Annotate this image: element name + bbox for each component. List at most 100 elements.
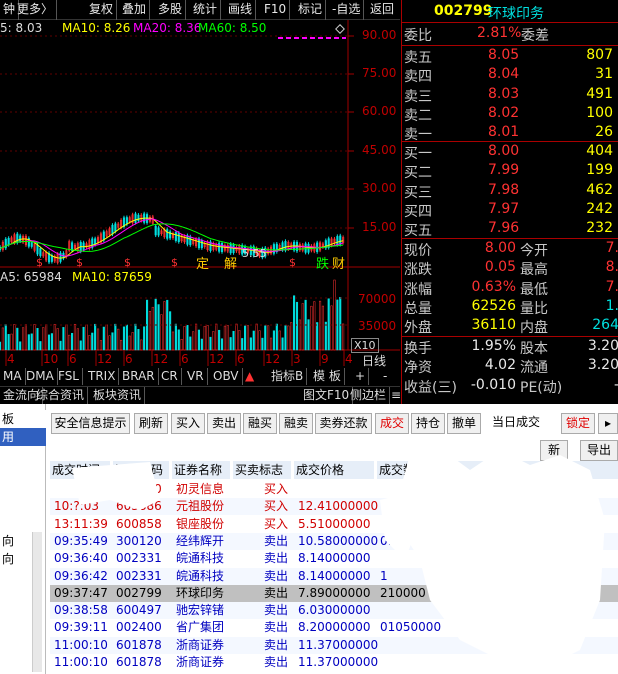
col-header-time[interactable]: 成交时间 — [50, 461, 110, 479]
refresh-query-button[interactable]: 新 — [540, 440, 568, 461]
more-menu[interactable]: 更多〉 — [14, 0, 58, 20]
table-row[interactable]: 09:35:49 300120 经纬辉开 卖出 10.58000000 01 — [50, 532, 618, 550]
marker-cai[interactable]: 财 — [332, 253, 345, 272]
tab-sidebar[interactable]: 侧边栏 — [347, 387, 391, 404]
cell-name: 浙商证券 — [176, 637, 225, 652]
menu-fuquan[interactable]: 复权 — [86, 0, 118, 20]
sell-level-row[interactable]: 卖三 8.03 491 — [402, 86, 618, 105]
cell-name: 浙商证券 — [176, 655, 225, 669]
weibi-value: 2.81% — [477, 25, 522, 41]
kline-chart-area[interactable]: 5: 8.03 MA10: 8.26 MA20: 8.36 MA60: 8.50… — [0, 20, 400, 392]
tab-brar[interactable]: BRAR — [119, 368, 159, 385]
tab-general-info[interactable]: 综合资讯 — [33, 387, 89, 404]
col-header-side[interactable]: 买卖标志 — [233, 461, 291, 479]
marker-ding[interactable]: 定 — [196, 253, 209, 272]
cell-code: 601878 — [116, 637, 162, 652]
period-label[interactable]: 日线 — [362, 352, 386, 369]
leftnav-scrollbar[interactable] — [32, 532, 42, 672]
margin-sell-button[interactable]: 融卖 — [279, 413, 313, 434]
sell-level-row[interactable]: 卖五 8.05 807 — [402, 47, 618, 66]
kline-svg — [0, 20, 400, 366]
volume-bar — [174, 323, 177, 351]
overflow-button[interactable]: ▸ — [598, 413, 618, 434]
refresh-button[interactable]: 刷新 — [134, 413, 168, 434]
stat-label: 内盘 — [520, 320, 548, 337]
buy-button[interactable]: 买入 — [171, 413, 205, 434]
tab-template[interactable]: 模 板 — [310, 368, 345, 385]
table-row[interactable]: 10:?:03 603886 元祖股份 买入 12.41000000 — [50, 498, 618, 516]
col-header-price[interactable]: 成交价格 — [294, 461, 374, 479]
buy-level-row[interactable]: 买三 7.98 462 — [402, 182, 618, 201]
tab-f10[interactable]: 图文F10 — [300, 387, 354, 404]
buy-level-row[interactable]: 买四 7.97 242 — [402, 201, 618, 220]
cell-side: 买入 — [264, 482, 289, 496]
tab-obv[interactable]: OBV — [210, 368, 243, 385]
low-price-label: 5.55 — [242, 247, 267, 260]
tab-dma[interactable]: DMA — [23, 368, 58, 385]
volume-bar — [223, 325, 226, 351]
sell-button[interactable]: 卖出 — [207, 413, 241, 434]
tab-add[interactable]: + — [352, 368, 370, 385]
menu-mark[interactable]: 标记 — [295, 0, 327, 20]
tab-trix[interactable]: TRIX — [85, 368, 120, 385]
marker-jie[interactable]: 解 — [224, 253, 237, 272]
month-label: 4 — [7, 352, 15, 366]
leftnav-item[interactable]: 板 — [0, 410, 46, 428]
deals-button[interactable]: 成交 — [375, 413, 409, 434]
sell-level-row[interactable]: 卖二 8.02 100 — [402, 105, 618, 124]
volume-bar — [128, 335, 131, 351]
volume-bar — [131, 332, 134, 351]
table-row[interactable]: 13:11:39 600858 银座股份 买入 5.51000000 — [50, 515, 618, 533]
buy-level-volume: 242 — [586, 200, 613, 217]
month-label: 12 — [153, 352, 169, 366]
buy-level-row[interactable]: 买五 7.96 232 — [402, 220, 618, 239]
buy-level-row[interactable]: 买二 7.99 199 — [402, 162, 618, 181]
col-header-name[interactable]: 证券名称 — [172, 461, 230, 479]
volume-bar — [284, 325, 287, 351]
lock-button[interactable]: 锁定 — [561, 413, 595, 434]
menu-draw-line[interactable]: 画线 — [225, 0, 257, 20]
menu-stats[interactable]: 统计 — [190, 0, 222, 20]
tab-ma[interactable]: MA — [0, 368, 26, 385]
sell-repay-button[interactable]: 卖券还款 — [315, 413, 372, 434]
table-row[interactable]: 300250 初灵信息 买入 — [50, 481, 618, 498]
cancel-order-button[interactable]: 撤单 — [447, 413, 481, 434]
menu-back[interactable]: 返回 — [367, 0, 397, 20]
volume-bar — [203, 325, 206, 351]
dollar-marker: $ — [289, 256, 296, 269]
table-row[interactable]: 09:38:58 600497 驰宏锌锗 卖出 6.03000000 — [50, 602, 618, 620]
sell-level-row[interactable]: 卖四 8.04 31 — [402, 66, 618, 85]
stat-label: 量比 — [520, 300, 548, 317]
tab-remove[interactable]: - — [380, 368, 390, 385]
tab-indicator-b[interactable]: 指标B — [268, 368, 308, 385]
tab-scroll-arrow[interactable]: ▲ — [242, 368, 257, 385]
tab-vr[interactable]: VR — [184, 368, 208, 385]
col-header-code[interactable]: 证券代码 — [113, 461, 169, 479]
cell-side: 卖出 — [264, 603, 289, 618]
table-row[interactable]: 11:00:10 601878 浙商证券 卖出 11.37000000 — [50, 654, 618, 671]
table-row-selected[interactable]: 09:37:47 002799 环球印务 卖出 7.89000000 210000 — [50, 584, 618, 602]
volume-bar — [324, 321, 327, 351]
tab-cr[interactable]: CR — [158, 368, 182, 385]
margin-buy-button[interactable]: 融买 — [243, 413, 277, 434]
buy-level-row[interactable]: 买一 8.00 404 — [402, 143, 618, 162]
cell-side: 卖出 — [264, 637, 289, 652]
tab-sector-info[interactable]: 板块资讯 — [90, 387, 146, 404]
safety-info-button[interactable]: 安全信息提示 — [51, 413, 130, 434]
marker-die[interactable]: 跌 — [316, 253, 329, 272]
table-row[interactable]: 09:36:40 002331 皖通科技 卖出 8.14000000 — [50, 550, 618, 568]
menu-multi-stock[interactable]: 多股 — [155, 0, 187, 20]
menu-overlay[interactable]: 叠加 — [119, 0, 151, 20]
tab-fsl[interactable]: FSL — [55, 368, 83, 385]
menu-remove-watchlist[interactable]: -自选 — [329, 0, 365, 20]
table-row[interactable]: 11:00:10 601878 浙商证券 卖出 11.37000000 — [50, 636, 618, 654]
volume-bar — [117, 328, 120, 351]
positions-button[interactable]: 持仓 — [411, 413, 445, 434]
cell-code: 002799 — [116, 585, 162, 600]
menu-f10[interactable]: F10 — [261, 0, 291, 20]
export-button[interactable]: 导出 — [580, 440, 618, 461]
table-row[interactable]: 09:39:11 002400 省广集团 卖出 8.20000000 01050000 — [50, 619, 618, 637]
col-header-qty[interactable]: 成交数量 — [377, 461, 618, 479]
leftnav-item-selected[interactable]: 用 — [0, 428, 46, 446]
table-row[interactable]: 09:36:42 002331 皖通科技 卖出 8.14000000 1 — [50, 567, 618, 585]
